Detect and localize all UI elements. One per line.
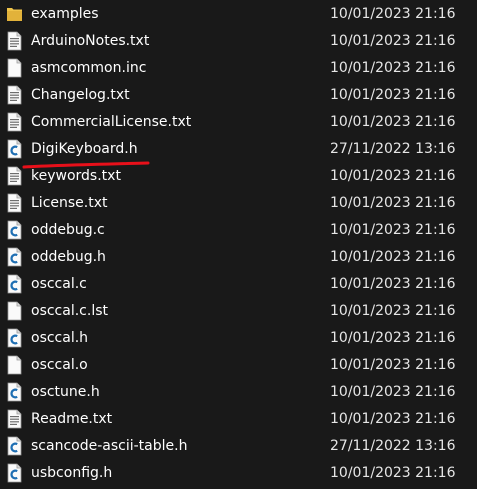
file-date-modified: 10/01/2023 21:16 [330,195,456,211]
file-name: DigiKeyboard.h [31,141,138,157]
file-date-modified: 10/01/2023 21:16 [330,303,456,319]
file-row-oddebug-c[interactable]: oddebug.c 10/01/2023 21:16 [0,217,477,244]
file-name: CommercialLicense.txt [31,114,192,130]
c-file-icon [6,247,23,267]
file-row-license[interactable]: License.txt 10/01/2023 21:16 [0,190,477,217]
c-file-icon [6,463,23,483]
text-file-icon [6,166,23,186]
file-row-changelog[interactable]: Changelog.txt 10/01/2023 21:16 [0,82,477,109]
file-date-modified: 10/01/2023 21:16 [330,87,456,103]
file-name: osccal.c.lst [31,303,108,319]
file-row-osccal-h[interactable]: osccal.h 10/01/2023 21:16 [0,325,477,352]
file-row-osccal-c[interactable]: osccal.c 10/01/2023 21:16 [0,271,477,298]
file-date-modified: 10/01/2023 21:16 [330,114,456,130]
file-row-oddebug-h[interactable]: oddebug.h 10/01/2023 21:16 [0,244,477,271]
file-row-asmcommon[interactable]: asmcommon.inc 10/01/2023 21:16 [0,55,477,82]
file-name: oddebug.h [31,249,106,265]
file-date-modified: 10/01/2023 21:16 [330,60,456,76]
file-name: osccal.o [31,357,88,373]
file-list: examples 10/01/2023 21:16 ArduinoNotes.t… [0,1,477,487]
file-name: keywords.txt [31,168,121,184]
file-row-examples[interactable]: examples 10/01/2023 21:16 [0,1,477,28]
file-name: ArduinoNotes.txt [31,33,150,49]
blank-file-icon [6,355,23,375]
text-file-icon [6,409,23,429]
file-date-modified: 10/01/2023 21:16 [330,168,456,184]
c-file-icon [6,328,23,348]
file-row-scancode-ascii-table[interactable]: scancode-ascii-table.h 27/11/2022 13:16 [0,433,477,460]
file-date-modified: 10/01/2023 21:16 [330,465,456,481]
file-name: Changelog.txt [31,87,130,103]
file-name: examples [31,6,99,22]
file-name: osccal.h [31,330,89,346]
file-row-usbconfig[interactable]: usbconfig.h 10/01/2023 21:16 [0,460,477,487]
file-row-keywords[interactable]: keywords.txt 10/01/2023 21:16 [0,163,477,190]
file-name: usbconfig.h [31,465,113,481]
text-file-icon [6,31,23,51]
file-date-modified: 10/01/2023 21:16 [330,222,456,238]
file-date-modified: 10/01/2023 21:16 [330,33,456,49]
blank-file-icon [6,301,23,321]
file-row-readme[interactable]: Readme.txt 10/01/2023 21:16 [0,406,477,433]
file-name: oddebug.c [31,222,105,238]
text-file-icon [6,193,23,213]
file-name: osccal.c [31,276,87,292]
file-row-commerciallicense[interactable]: CommercialLicense.txt 10/01/2023 21:16 [0,109,477,136]
file-date-modified: 10/01/2023 21:16 [330,6,456,22]
file-name: Readme.txt [31,411,113,427]
c-file-icon [6,220,23,240]
file-row-arduinonotes[interactable]: ArduinoNotes.txt 10/01/2023 21:16 [0,28,477,55]
file-date-modified: 27/11/2022 13:16 [330,438,456,454]
file-name: osctune.h [31,384,100,400]
file-name: License.txt [31,195,108,211]
c-file-icon [6,382,23,402]
file-date-modified: 10/01/2023 21:16 [330,249,456,265]
c-file-icon [6,436,23,456]
c-file-icon [6,139,23,159]
blank-file-icon [6,58,23,78]
file-row-digikeyboard[interactable]: DigiKeyboard.h 27/11/2022 13:16 [0,136,477,163]
file-date-modified: 27/11/2022 13:16 [330,141,456,157]
file-name: asmcommon.inc [31,60,147,76]
text-file-icon [6,85,23,105]
file-row-osccal-c-lst[interactable]: osccal.c.lst 10/01/2023 21:16 [0,298,477,325]
file-row-osctune[interactable]: osctune.h 10/01/2023 21:16 [0,379,477,406]
file-name: scancode-ascii-table.h [31,438,188,454]
file-date-modified: 10/01/2023 21:16 [330,276,456,292]
file-date-modified: 10/01/2023 21:16 [330,330,456,346]
file-date-modified: 10/01/2023 21:16 [330,357,456,373]
file-date-modified: 10/01/2023 21:16 [330,384,456,400]
file-row-osccal-o[interactable]: osccal.o 10/01/2023 21:16 [0,352,477,379]
text-file-icon [6,112,23,132]
file-date-modified: 10/01/2023 21:16 [330,411,456,427]
folder-icon [6,4,23,24]
c-file-icon [6,274,23,294]
